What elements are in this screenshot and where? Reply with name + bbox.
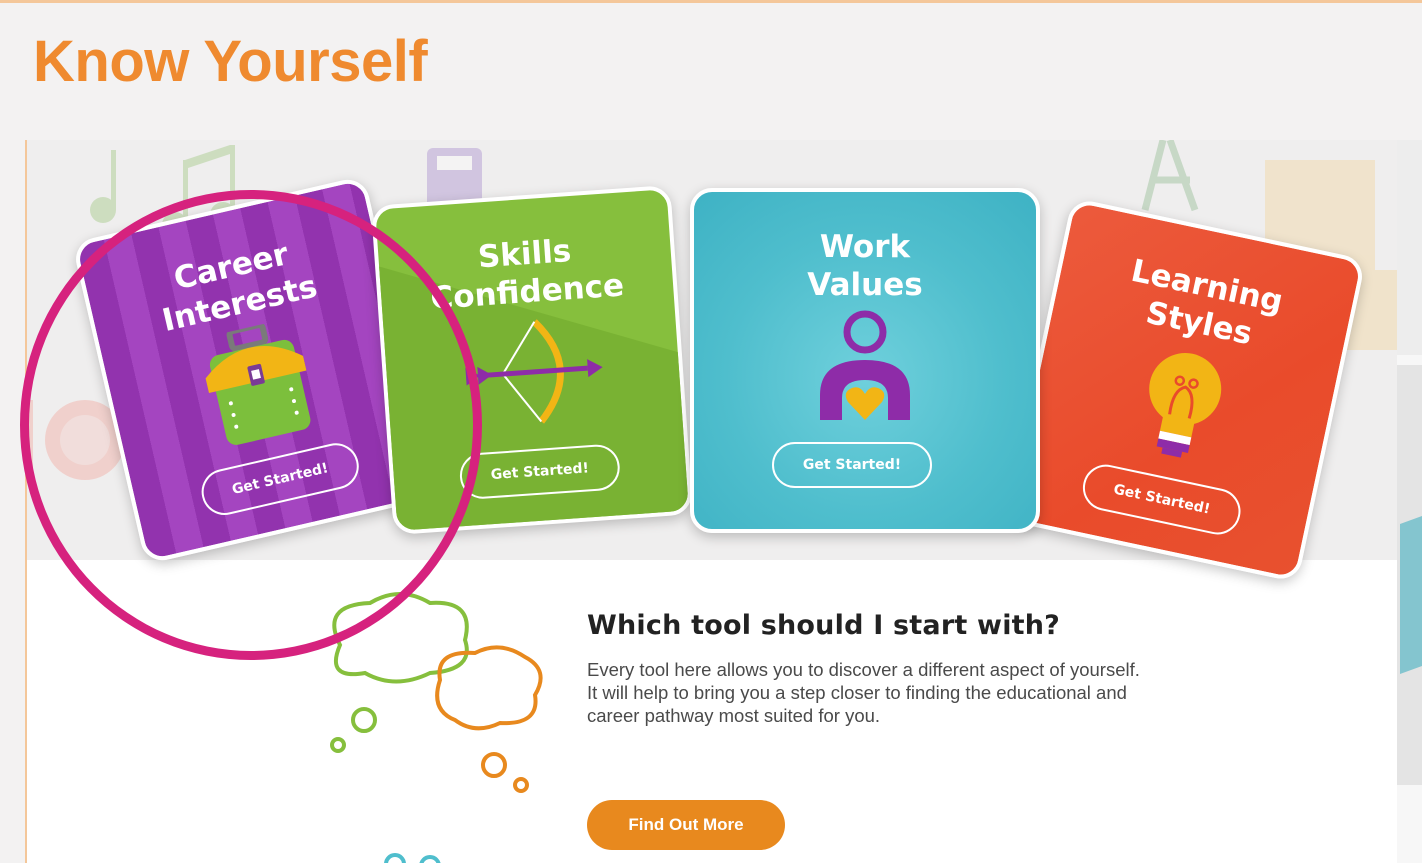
info-body: Every tool here allows you to discover a…: [587, 659, 1140, 726]
person-heart-icon: [694, 310, 1036, 434]
info-section: Which tool should I start with? Every to…: [587, 610, 1147, 727]
page-title: Know Yourself: [33, 29, 428, 94]
card-work-values[interactable]: Work Values Get Started!: [690, 188, 1040, 533]
find-out-more-button[interactable]: Find Out More: [587, 800, 785, 850]
adjacent-slide: [1397, 140, 1422, 863]
highlight-circle: [20, 190, 482, 660]
decorative-dots: [384, 853, 441, 863]
info-heading: Which tool should I start with?: [587, 610, 1061, 641]
top-border: [0, 0, 1422, 3]
compass-icon: [1141, 140, 1199, 212]
banner-left-border: [25, 140, 27, 863]
card-title: Work Values: [807, 229, 923, 303]
work-get-started-button[interactable]: Get Started!: [772, 442, 932, 488]
